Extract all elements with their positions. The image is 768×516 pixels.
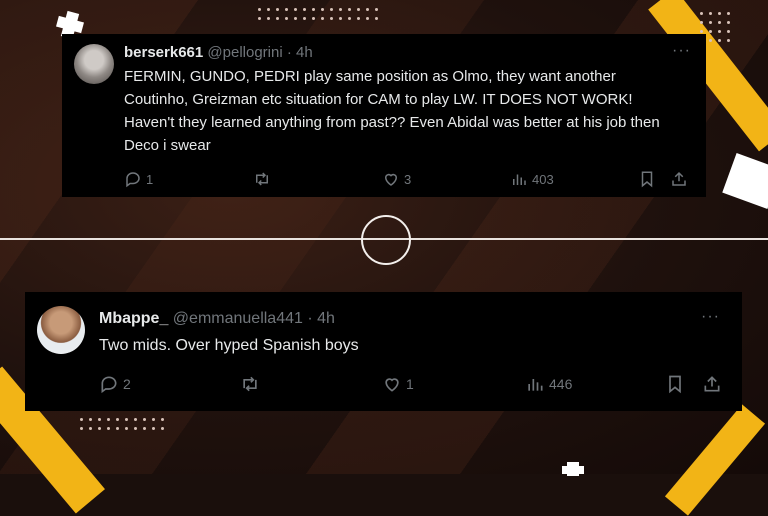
more-icon[interactable]: ··· [701, 308, 720, 326]
post-text: FERMIN, GUNDO, PEDRI play same position … [124, 68, 660, 154]
reply-icon [126, 172, 140, 188]
views-count: 403 [532, 171, 554, 187]
repost-button[interactable] [252, 170, 276, 188]
repost-icon [243, 376, 257, 392]
share-icon [704, 376, 720, 392]
like-button[interactable]: 1 [382, 374, 414, 394]
decor-cross-bottom-bar [562, 466, 584, 474]
display-name[interactable]: berserk661 [124, 44, 203, 61]
repost-icon [256, 172, 268, 186]
bookmark-icon [669, 375, 681, 394]
decor-dots-top [258, 8, 378, 20]
share-icon [672, 171, 686, 186]
post-card: berserk661 @pellogrini · 4h ··· FERMIN, … [62, 34, 706, 197]
reply-count: 1 [146, 171, 154, 187]
bookmark-button[interactable] [665, 374, 685, 394]
decor-dots-bottom-left [80, 418, 164, 430]
more-icon[interactable]: ··· [672, 42, 691, 60]
handle[interactable]: @pellogrini [207, 44, 282, 61]
avatar[interactable] [37, 306, 85, 354]
post-header: berserk661 @pellogrini · 4h [124, 44, 313, 61]
like-icon [385, 378, 399, 392]
like-count: 1 [406, 376, 414, 392]
like-icon [384, 173, 398, 186]
views-button[interactable]: 403 [510, 170, 554, 188]
avatar[interactable] [74, 44, 114, 84]
like-button[interactable]: 3 [382, 170, 411, 188]
bookmark-button[interactable] [638, 170, 656, 188]
bookmark-icon [641, 171, 653, 188]
timestamp[interactable]: · 4h [287, 44, 313, 61]
post-text: Two mids. Over hyped Spanish boys [99, 337, 359, 354]
share-button[interactable] [670, 170, 688, 188]
reply-button[interactable]: 1 [124, 170, 153, 188]
post-card: Mbappe_ @emmanuella441 · 4h ··· Two mids… [25, 292, 742, 411]
share-button[interactable] [702, 374, 722, 394]
reply-count: 2 [123, 376, 131, 392]
pitch-center-circle [361, 215, 411, 265]
views-count: 446 [549, 376, 573, 392]
repost-button[interactable] [239, 374, 265, 394]
reply-icon [101, 376, 117, 394]
handle[interactable]: @emmanuella441 [173, 310, 303, 327]
views-button[interactable]: 446 [525, 374, 572, 394]
views-icon [513, 174, 526, 185]
display-name[interactable]: Mbappe_ [99, 310, 168, 327]
reply-button[interactable]: 2 [99, 374, 131, 394]
timestamp[interactable]: · 4h [307, 310, 335, 327]
views-icon [528, 379, 543, 391]
like-count: 3 [404, 171, 412, 187]
post-header: Mbappe_ @emmanuella441 · 4h [99, 310, 335, 328]
